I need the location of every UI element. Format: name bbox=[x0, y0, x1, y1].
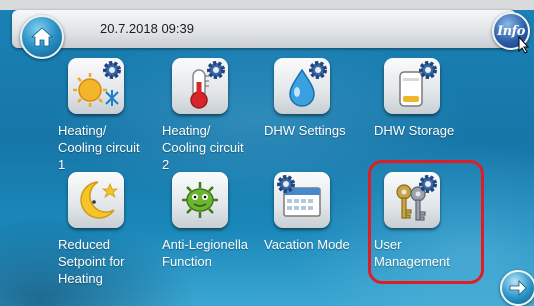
tile-vacation-mode[interactable]: Vacation Mode bbox=[264, 172, 374, 253]
bacteria-icon bbox=[172, 172, 228, 228]
tile-anti-legionella-function[interactable]: Anti-Legionella Function bbox=[162, 172, 272, 270]
tile-label: Heating/ Cooling circuit 1 bbox=[58, 123, 140, 172]
arrow-right-icon bbox=[509, 280, 527, 296]
screen: 20.7.2018 09:39 Info Heating/ Cooling ci… bbox=[0, 0, 534, 306]
tile-label: Vacation Mode bbox=[264, 237, 350, 252]
tile-label: Reduced Setpoint for Heating bbox=[58, 237, 125, 286]
tile-label: DHW Storage bbox=[374, 123, 455, 138]
user-management-highlight bbox=[368, 160, 484, 284]
mouse-cursor-icon bbox=[518, 36, 530, 54]
water-drop-gear-icon bbox=[274, 58, 330, 114]
top-frame bbox=[0, 0, 534, 10]
tile-heating-cooling-circuit-2[interactable]: Heating/ Cooling circuit 2 bbox=[162, 58, 272, 173]
tile-dhw-settings[interactable]: DHW Settings bbox=[264, 58, 374, 139]
moon-star-icon bbox=[68, 172, 124, 228]
tile-label: Heating/ Cooling circuit 2 bbox=[162, 123, 244, 172]
sun-snowflake-gear-icon bbox=[68, 58, 124, 114]
date-time: 20.7.2018 09:39 bbox=[100, 21, 194, 36]
header-bar bbox=[12, 10, 516, 48]
tile-heating-cooling-circuit-1[interactable]: Heating/ Cooling circuit 1 bbox=[58, 58, 168, 173]
tile-label: DHW Settings bbox=[264, 123, 346, 138]
home-button[interactable] bbox=[20, 15, 64, 59]
storage-tank-gear-icon bbox=[384, 58, 440, 114]
calendar-gear-icon bbox=[274, 172, 330, 228]
next-page-button[interactable] bbox=[500, 270, 534, 306]
thermometer-gear-icon bbox=[172, 58, 228, 114]
tile-label: Anti-Legionella Function bbox=[162, 237, 249, 269]
home-icon bbox=[30, 27, 54, 47]
tile-dhw-storage[interactable]: DHW Storage bbox=[374, 58, 484, 139]
tile-reduced-setpoint-heating[interactable]: Reduced Setpoint for Heating bbox=[58, 172, 168, 287]
